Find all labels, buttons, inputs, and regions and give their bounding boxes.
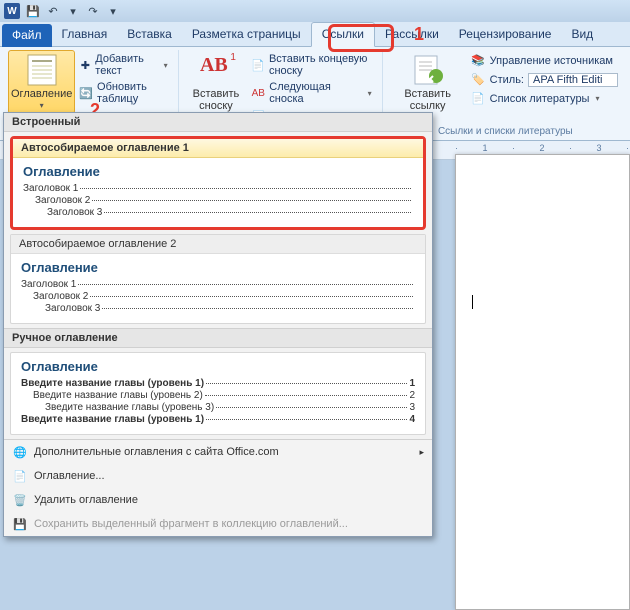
ruler-ticks: · 1 · 2 · 3 · · ·	[455, 143, 630, 153]
tab-insert[interactable]: Вставка	[117, 23, 182, 46]
footnote-icon: AB 1	[200, 54, 232, 86]
toc-row: Заголовок 1	[23, 183, 413, 194]
remove-toc-button[interactable]: 🗑️ Удалить оглавление	[4, 488, 432, 512]
toc-arrow: ▾	[40, 101, 44, 110]
text-caret	[472, 295, 473, 309]
bibliography-button[interactable]: 📄 Список литературы ▾	[469, 90, 620, 107]
manage-sources-icon: 📚	[471, 53, 486, 68]
qat-dd[interactable]: ▾	[66, 4, 80, 18]
save-selection-icon: 💾	[12, 516, 28, 532]
toc-row: Заголовок 2	[23, 195, 413, 206]
bibliography-icon: 📄	[471, 91, 486, 106]
tab-home[interactable]: Главная	[52, 23, 118, 46]
toc-row: Введите название главы (уровень 2)2	[21, 390, 415, 401]
office-icon: 🌐	[12, 444, 28, 460]
toc-label: Оглавление	[11, 88, 72, 100]
next-footnote-icon: AB	[251, 86, 265, 101]
toc-heading: Оглавление	[23, 164, 413, 179]
gallery-item-auto1-title: Автособираемое оглавление 1	[13, 139, 423, 158]
gallery-manual-header: Ручное оглавление	[4, 328, 432, 348]
tab-review[interactable]: Рецензирование	[449, 23, 562, 46]
document-page[interactable]	[455, 154, 630, 610]
tab-layout[interactable]: Разметка страницы	[182, 23, 311, 46]
toc-row: Зведите название главы (уровень 3)3	[21, 402, 415, 413]
save-selection-button: 💾 Сохранить выделенный фрагмент в коллек…	[4, 512, 432, 536]
toc-button[interactable]: Оглавление ▾	[8, 50, 75, 114]
update-icon: 🔄	[79, 86, 93, 101]
toc-gallery: Встроенный Автособираемое оглавление 1 О…	[3, 112, 433, 537]
insert-footnote-button[interactable]: AB 1 Вставить сноску	[185, 50, 248, 116]
qat-redo[interactable]: ↷	[86, 4, 100, 18]
toc-heading: Оглавление	[21, 359, 415, 374]
toc-row: Заголовок 2	[21, 291, 415, 302]
more-from-office-button[interactable]: 🌐 Дополнительные оглавления с сайта Offi…	[4, 440, 432, 464]
add-text-button[interactable]: ✚ Добавить текст ▾	[77, 52, 169, 78]
endnote-icon: 📄	[251, 58, 265, 73]
qat-customize[interactable]: ▾	[106, 4, 120, 18]
gallery-item-auto2[interactable]: Автособираемое оглавление 2 Оглавление З…	[10, 234, 426, 324]
toc-icon	[26, 54, 58, 86]
toc-row: Заголовок 3	[21, 303, 415, 314]
ribbon-tabs: Файл Главная Вставка Разметка страницы С…	[0, 22, 630, 47]
toc-row: Заголовок 1	[21, 279, 415, 290]
gallery-builtin-header: Встроенный	[4, 113, 432, 132]
next-footnote-button[interactable]: AB Следующая сноска ▾	[249, 80, 373, 106]
gallery-footer: 🌐 Дополнительные оглавления с сайта Offi…	[4, 439, 432, 536]
style-value[interactable]: APA Fifth Editi	[528, 73, 618, 87]
qat-save[interactable]: 💾	[26, 4, 40, 18]
style-icon: 🏷️	[471, 72, 486, 87]
gallery-item-auto1[interactable]: Автособираемое оглавление 1 Оглавление З…	[10, 136, 426, 230]
custom-toc-icon: 📄	[12, 468, 28, 484]
add-text-icon: ✚	[79, 58, 91, 73]
toc-row: Введите название главы (уровень 1)1	[21, 378, 415, 389]
citation-icon	[412, 54, 444, 86]
qat-undo[interactable]: ↶	[46, 4, 60, 18]
word-icon: W	[4, 3, 20, 19]
titlebar: W 💾 ↶ ▾ ↷ ▾	[0, 0, 630, 22]
toc-row: Введите название главы (уровень 1)4	[21, 414, 415, 425]
annotation-1: 1	[414, 24, 424, 45]
toc-row: Заголовок 3	[23, 207, 413, 218]
quick-access-toolbar: 💾 ↶ ▾ ↷ ▾	[26, 4, 120, 18]
remove-toc-icon: 🗑️	[12, 492, 28, 508]
tab-file[interactable]: Файл	[2, 24, 52, 47]
custom-toc-button[interactable]: 📄 Оглавление...	[4, 464, 432, 488]
tab-references[interactable]: Ссылки	[311, 22, 375, 47]
tab-view[interactable]: Вид	[561, 23, 603, 46]
manage-sources-button[interactable]: 📚 Управление источникам	[469, 52, 620, 69]
style-select[interactable]: 🏷️ Стиль: APA Fifth Editi	[469, 71, 620, 88]
gallery-item-auto2-title: Автособираемое оглавление 2	[11, 235, 425, 254]
insert-endnote-button[interactable]: 📄 Вставить концевую сноску	[249, 52, 373, 78]
tab-mailings[interactable]: Рассылки	[375, 23, 449, 46]
toc-heading: Оглавление	[21, 260, 415, 275]
gallery-item-manual[interactable]: Оглавление Введите название главы (урове…	[10, 352, 426, 435]
